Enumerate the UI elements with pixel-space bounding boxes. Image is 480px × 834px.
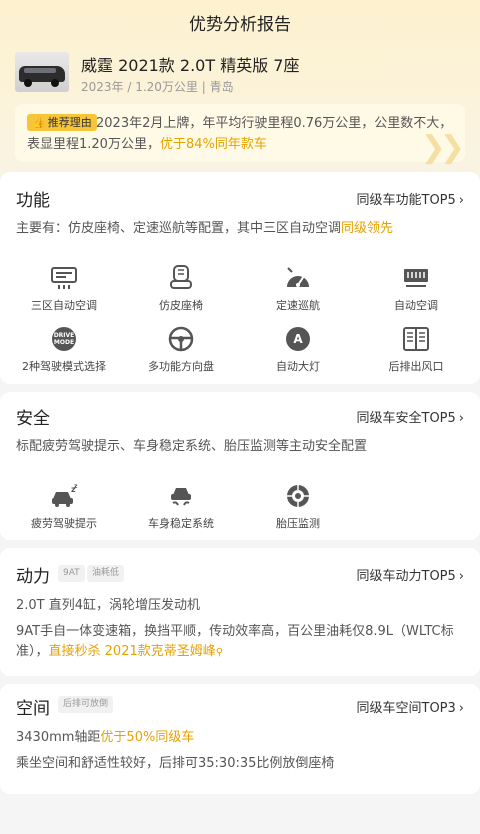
tire-pressure-icon bbox=[284, 482, 312, 510]
headlight-icon: A bbox=[284, 325, 312, 353]
feature-label: 定速巡航 bbox=[276, 299, 320, 312]
car-wheel bbox=[24, 79, 32, 87]
seat-icon bbox=[167, 264, 195, 292]
power-tag-fuel: 油耗低 bbox=[87, 565, 125, 582]
function-link-label: 同级车功能TOP5 bbox=[356, 193, 456, 208]
function-title: 功能 bbox=[16, 191, 50, 211]
feature-seat[interactable]: 仿皮座椅 bbox=[131, 264, 231, 313]
drive-mode-text: DRIVE MODE bbox=[52, 327, 76, 351]
car-window-shape bbox=[24, 68, 56, 73]
feature-cruise-control[interactable]: 定速巡航 bbox=[248, 264, 348, 313]
feature-label: 自动空调 bbox=[394, 299, 438, 312]
function-desc: 主要有：仿皮座椅、定速巡航等配置，其中三区自动空调同级领先 bbox=[16, 219, 393, 239]
feature-label: 多功能方向盘 bbox=[148, 360, 214, 373]
space-wheelbase-desc: 3430mm轴距优于50%同级车 bbox=[16, 728, 194, 748]
safety-title: 安全 bbox=[16, 409, 50, 429]
headlight-letter: A bbox=[286, 327, 310, 351]
reason-highlight: 优于84%同年款车 bbox=[159, 137, 267, 152]
safety-card: 安全 同级车安全TOP5 › 标配疲劳驾驶提示、车身稳定系统、胎压监测等主动安全配… bbox=[0, 392, 480, 540]
svg-text:z: z bbox=[74, 484, 78, 490]
space-wheelbase-highlight: 优于50%同级车 bbox=[100, 730, 195, 745]
feature-label: 自动大灯 bbox=[276, 360, 320, 373]
function-desc-text: 主要有：仿皮座椅、定速巡航等配置，其中三区自动空调 bbox=[16, 221, 342, 236]
power-engine-desc: 2.0T 直列4缸，涡轮增压发动机 bbox=[16, 598, 201, 613]
feature-climate-control[interactable]: 三区自动空调 bbox=[14, 264, 114, 313]
car-thumbnail[interactable] bbox=[15, 52, 69, 92]
rear-vent-icon bbox=[402, 325, 430, 353]
cruise-control-icon bbox=[284, 264, 312, 292]
space-top3-link[interactable]: 同级车空间TOP3 › bbox=[357, 697, 465, 716]
feature-label: 2种驾驶模式选择 bbox=[22, 360, 106, 373]
recommend-badge: 👍 推荐理由 bbox=[27, 114, 97, 131]
feature-label: 疲劳驾驶提示 bbox=[31, 517, 97, 530]
safety-desc: 标配疲劳驾驶提示、车身稳定系统、胎压监测等主动安全配置 bbox=[16, 439, 368, 454]
chevron-right-icon: › bbox=[458, 569, 464, 584]
space-card: 空间 后排可放倒 同级车空间TOP3 › 3430mm轴距优于50%同级车 乘坐空… bbox=[0, 684, 480, 794]
climate-control-icon bbox=[50, 264, 78, 292]
feature-headlight[interactable]: A 自动大灯 bbox=[248, 325, 348, 374]
feature-tire-pressure[interactable]: 胎压监测 bbox=[248, 482, 348, 531]
feature-label: 胎压监测 bbox=[276, 517, 320, 530]
space-title: 空间 bbox=[16, 699, 50, 719]
feature-label: 仿皮座椅 bbox=[159, 299, 203, 312]
chevron-right-icon: › bbox=[458, 411, 464, 426]
car-name: 威霆 2021款 2.0T 精英版 7座 bbox=[81, 56, 300, 75]
power-gearbox-desc: 9AT手自一体变速箱，换挡平顺，传动效率高，百公里油耗仅8.9L（WLTC标准）… bbox=[16, 622, 466, 663]
page-title: 优势分析报告 bbox=[189, 15, 291, 35]
stability-control-icon bbox=[167, 482, 195, 510]
space-comfort-desc: 乘坐空间和舒适性较好，后排可35:30:35比例放倒座椅 bbox=[16, 756, 335, 771]
space-tag-fold: 后排可放倒 bbox=[58, 696, 114, 713]
function-desc-highlight: 同级领先 bbox=[341, 221, 394, 236]
function-card: 功能 同级车功能TOP5 › 主要有：仿皮座椅、定速巡航等配置，其中三区自动空调同… bbox=[0, 172, 480, 384]
car-meta: 2023年 / 1.20万公里 | 青岛 bbox=[81, 80, 234, 94]
feature-label: 后排出风口 bbox=[388, 360, 444, 373]
power-link-label: 同级车动力TOP5 bbox=[356, 569, 456, 584]
safety-top5-link[interactable]: 同级车安全TOP5 › bbox=[357, 407, 465, 426]
function-top5-link[interactable]: 同级车功能TOP5 › bbox=[357, 189, 465, 208]
thumbs-up-icon: 👍 bbox=[32, 116, 46, 129]
car-wheel bbox=[51, 79, 59, 87]
feature-air-conditioner[interactable]: 自动空调 bbox=[366, 264, 466, 313]
feature-drive-mode[interactable]: DRIVE MODE 2种驾驶模式选择 bbox=[14, 325, 114, 374]
feature-rear-vent[interactable]: 后排出风口 bbox=[366, 325, 466, 374]
drive-mode-icon: DRIVE MODE bbox=[50, 325, 78, 353]
space-wheelbase-text: 3430mm轴距 bbox=[16, 730, 101, 745]
air-conditioner-icon bbox=[402, 264, 430, 292]
chevron-right-icon: › bbox=[458, 701, 464, 716]
search-icon: ⚲ bbox=[215, 647, 224, 658]
safety-link-label: 同级车安全TOP5 bbox=[356, 411, 456, 426]
chevron-right-icon: › bbox=[458, 193, 464, 208]
power-tag-gearbox: 9AT bbox=[58, 565, 85, 582]
feature-steering-wheel[interactable]: 多功能方向盘 bbox=[131, 325, 231, 374]
feature-stability-control[interactable]: 车身稳定系统 bbox=[131, 482, 231, 531]
power-compare-highlight: 直接秒杀 2021款克蒂圣姆峰 bbox=[48, 644, 216, 659]
steering-wheel-icon bbox=[167, 325, 195, 353]
feature-label: 车身稳定系统 bbox=[148, 517, 214, 530]
feature-label: 三区自动空调 bbox=[31, 299, 97, 312]
fatigue-alert-icon: zz bbox=[50, 482, 78, 510]
space-link-label: 同级车空间TOP3 bbox=[356, 701, 456, 716]
reason-card: ❯❯ 2023年2月上牌，年平均行驶里程0.76万公里，公里数不大，表显里程1.… bbox=[15, 104, 465, 165]
recommend-badge-label: 推荐理由 bbox=[47, 116, 92, 129]
power-top5-link[interactable]: 同级车动力TOP5 › bbox=[357, 565, 465, 584]
power-title: 动力 bbox=[16, 567, 50, 587]
power-card: 动力 9AT 油耗低 同级车动力TOP5 › 2.0T 直列4缸，涡轮增压发动机 … bbox=[0, 548, 480, 676]
feature-fatigue-alert[interactable]: zz 疲劳驾驶提示 bbox=[14, 482, 114, 531]
